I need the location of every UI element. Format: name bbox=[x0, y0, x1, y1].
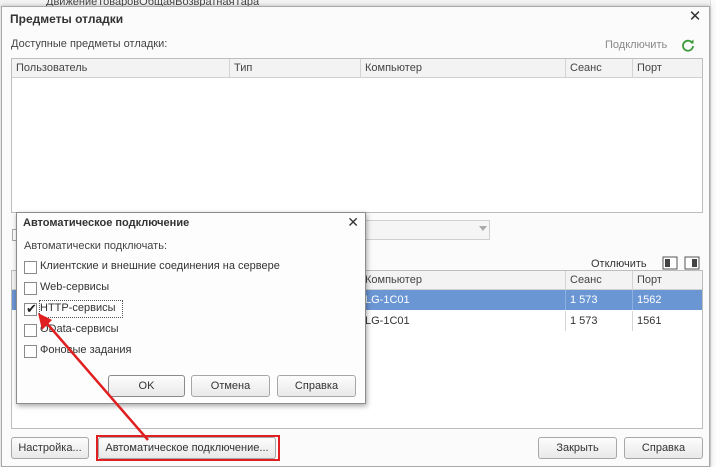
settings-button[interactable]: Настройка... bbox=[11, 437, 89, 459]
auto-connect-popup: Автоматическое подключение ✕ Автоматичес… bbox=[16, 212, 366, 404]
cancel-button[interactable]: Отмена bbox=[191, 375, 270, 397]
checkbox[interactable] bbox=[24, 345, 37, 358]
column-header-type[interactable]: Тип bbox=[230, 59, 361, 78]
annotation-highlight bbox=[96, 435, 280, 461]
option-label: OData-сервисы bbox=[40, 323, 119, 335]
popup-help-button[interactable]: Справка bbox=[277, 375, 356, 397]
cell-computer: LG-1C01 bbox=[361, 311, 566, 331]
toolbar-icon-left[interactable] bbox=[662, 256, 678, 270]
toolbar-icon-right[interactable] bbox=[684, 256, 700, 270]
checkbox[interactable] bbox=[24, 324, 37, 337]
available-items-table[interactable]: Пользователь Тип Компьютер Сеанс Порт bbox=[11, 58, 703, 213]
close-icon[interactable]: ✕ bbox=[687, 9, 703, 25]
refresh-icon[interactable] bbox=[681, 38, 695, 52]
disconnect-button[interactable]: Отключить bbox=[591, 258, 647, 270]
cell-session: 1 573 bbox=[566, 290, 633, 310]
table-header: Пользователь Тип Компьютер Сеанс Порт bbox=[12, 59, 702, 78]
popup-title: Автоматическое подключение bbox=[23, 217, 190, 229]
background-right-panel bbox=[710, 0, 716, 467]
close-button[interactable]: Закрыть bbox=[538, 437, 617, 459]
option-label: Web-сервисы bbox=[40, 281, 110, 293]
option-label: HTTP-сервисы bbox=[40, 302, 116, 314]
column-header-session[interactable]: Сеанс bbox=[566, 271, 633, 290]
auto-connect-subtitle: Автоматически подключать: bbox=[24, 240, 167, 252]
checkbox[interactable] bbox=[24, 282, 37, 295]
column-header-port[interactable]: Порт bbox=[633, 271, 702, 290]
column-header-computer[interactable]: Компьютер bbox=[361, 59, 566, 78]
available-items-label: Доступные предметы отладки: bbox=[11, 38, 168, 50]
option-label: Клиентские и внешние соединения на серве… bbox=[40, 260, 280, 272]
column-header-computer[interactable]: Компьютер bbox=[361, 271, 566, 290]
filter-combobox[interactable] bbox=[364, 220, 490, 240]
cell-session: 1 573 bbox=[566, 311, 633, 331]
ok-button[interactable]: OK bbox=[108, 375, 185, 397]
column-header-port[interactable]: Порт bbox=[633, 59, 702, 78]
cell-computer: LG-1C01 bbox=[361, 290, 566, 310]
help-button[interactable]: Справка bbox=[624, 437, 703, 459]
cell-port: 1561 bbox=[637, 315, 662, 327]
checkbox[interactable] bbox=[24, 261, 37, 274]
column-header-user[interactable]: Пользователь bbox=[12, 59, 230, 78]
cell-port: 1562 bbox=[637, 294, 662, 306]
checkmark-icon: ✔ bbox=[26, 301, 37, 316]
chevron-down-icon bbox=[479, 226, 487, 231]
option-label: Фоновые задания bbox=[40, 344, 132, 356]
checkbox[interactable]: ✔ bbox=[24, 301, 37, 316]
dialog-title: Предметы отладки bbox=[10, 12, 124, 26]
column-header-session[interactable]: Сеанс bbox=[566, 59, 633, 78]
close-icon[interactable]: ✕ bbox=[347, 214, 359, 231]
connect-button[interactable]: Подключить bbox=[605, 39, 667, 51]
